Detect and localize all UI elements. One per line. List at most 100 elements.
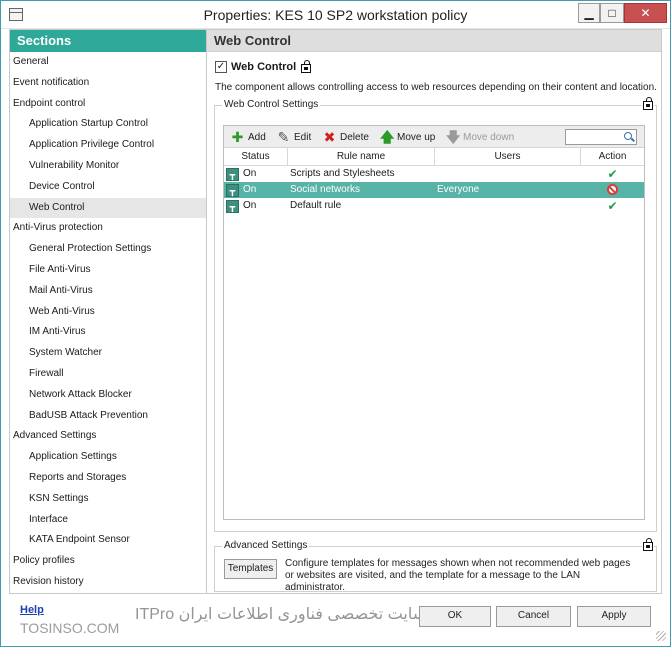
sidebar-item[interactable]: Application Privilege Control	[10, 135, 206, 156]
rule-status: On	[243, 184, 257, 195]
lock-icon[interactable]	[643, 538, 653, 551]
web-control-checkbox[interactable]: ✓	[215, 61, 227, 73]
sidebar-item[interactable]: Revision history	[10, 572, 206, 593]
rule-status-cell: ┳ On	[224, 182, 288, 198]
sidebar-item[interactable]: KATA Endpoint Sensor	[10, 530, 206, 551]
web-control-checkbox-label[interactable]: Web Control	[231, 61, 296, 73]
sidebar-item[interactable]: IM Anti-Virus	[10, 322, 206, 343]
rule-users-cell	[435, 198, 581, 214]
move-down-label: Move down	[463, 131, 515, 143]
advanced-settings-group: Advanced Settings Templates Configure te…	[214, 538, 657, 593]
lock-icon[interactable]	[301, 59, 312, 73]
rules-table-body: ┳ On Scripts and Stylesheets ✔ ┳ On Social net…	[224, 166, 644, 214]
move-up-label: Move up	[397, 131, 436, 143]
enable-web-control-row: ✓ Web Control	[215, 59, 312, 75]
close-button[interactable]: ✕	[624, 3, 667, 23]
pencil-icon: ✎	[277, 128, 290, 145]
advanced-lock	[642, 538, 654, 553]
column-header-action[interactable]: Action	[581, 148, 644, 165]
check-icon: ✔	[607, 199, 618, 213]
rule-enabled-icon: ┳	[226, 183, 239, 197]
add-rule-button[interactable]: ✚ Add	[231, 129, 266, 145]
rules-table-header: Status Rule name Users Action	[224, 148, 644, 166]
web-control-panel: Web Control ✓ Web Control The component …	[207, 29, 662, 594]
web-control-settings-group: Web Control Settings ✚ Add ✎ Edit ✖ Dele…	[214, 97, 657, 532]
rule-name-cell: Scripts and Stylesheets	[290, 168, 395, 179]
rule-status: On	[243, 168, 257, 179]
move-up-button[interactable]: 🡅 Move up	[380, 129, 435, 145]
window-title: Properties: KES 10 SP2 workstation polic…	[203, 7, 468, 23]
edit-rule-label: Edit	[294, 131, 312, 143]
sidebar-item[interactable]: Event notification	[10, 73, 206, 94]
sidebar-item[interactable]: System Watcher	[10, 343, 206, 364]
settings-group-title: Web Control Settings	[222, 99, 321, 110]
sections-list: General Event notification Endpoint contro…	[10, 52, 206, 593]
watermark-text-persian: وب سایت تخصصی فناوری اطلاعات ایران ITPro	[135, 606, 454, 623]
resize-grip[interactable]	[656, 631, 666, 641]
rule-enabled-icon: ┳	[226, 199, 239, 213]
sidebar-item[interactable]: Endpoint control	[10, 94, 206, 115]
lock-icon[interactable]	[643, 97, 653, 110]
sidebar-item[interactable]: Advanced Settings	[10, 426, 206, 447]
sidebar-item[interactable]: Network Attack Blocker	[10, 385, 206, 406]
rule-status-cell: ┳ On	[224, 166, 288, 182]
rule-action-cell: ✔	[581, 166, 644, 182]
check-icon: ✔	[607, 167, 618, 181]
move-down-button[interactable]: 🡇 Move down	[446, 129, 514, 145]
column-header-rule-name[interactable]: Rule name	[288, 148, 435, 165]
sidebar-item[interactable]: Application Startup Control	[10, 114, 206, 135]
sidebar-item[interactable]: Anti-Virus protection	[10, 218, 206, 239]
table-row[interactable]: ┳ On Scripts and Stylesheets ✔	[224, 166, 644, 182]
sidebar-item[interactable]: Web Control	[10, 197, 206, 219]
sidebar-item[interactable]: Vulnerability Monitor	[10, 156, 206, 177]
arrow-up-icon: 🡅	[380, 128, 395, 145]
cancel-button[interactable]: Cancel	[496, 606, 571, 627]
ok-button[interactable]: OK	[419, 606, 491, 627]
table-row[interactable]: ┳ On Default rule ✔	[224, 198, 644, 214]
rule-action-cell	[581, 182, 644, 198]
rule-name-cell: Social networks	[290, 184, 361, 195]
rule-name-cell: Default rule	[290, 200, 342, 211]
properties-window: Properties: KES 10 SP2 workstation polic…	[0, 0, 671, 647]
panel-title: Web Control	[207, 30, 661, 52]
sidebar-item[interactable]: Reports and Storages	[10, 468, 206, 489]
templates-button[interactable]: Templates	[224, 559, 277, 579]
add-icon: ✚	[231, 128, 244, 145]
sidebar-item[interactable]: Interface	[10, 510, 206, 531]
delete-rule-button[interactable]: ✖ Delete	[323, 129, 369, 145]
sidebar-item[interactable]: Policy profiles	[10, 551, 206, 572]
sidebar-item[interactable]: Firewall	[10, 364, 206, 385]
column-header-status[interactable]: Status	[224, 148, 288, 165]
edit-rule-button[interactable]: ✎ Edit	[277, 128, 312, 145]
sections-header: Sections	[10, 30, 206, 52]
arrow-down-icon: 🡇	[446, 128, 461, 145]
title-bar: Properties: KES 10 SP2 workstation polic…	[1, 1, 670, 29]
sidebar-item[interactable]: Application Settings	[10, 447, 206, 468]
rule-users-cell	[435, 166, 581, 182]
rules-table: ✚ Add ✎ Edit ✖ Delete 🡅 Move up 🡇 Move d…	[223, 125, 645, 520]
column-header-users[interactable]: Users	[435, 148, 581, 165]
rule-users-cell: Everyone	[437, 184, 480, 195]
sidebar-item[interactable]: Web Anti-Virus	[10, 302, 206, 323]
sidebar-item[interactable]: General Protection Settings	[10, 239, 206, 260]
rule-enabled-icon: ┳	[226, 167, 239, 181]
search-icon[interactable]	[624, 132, 632, 140]
sidebar-item[interactable]: KSN Settings	[10, 489, 206, 510]
add-rule-label: Add	[248, 131, 266, 143]
maximize-button[interactable]: □	[600, 3, 624, 23]
settings-lock	[642, 97, 654, 112]
delete-rule-label: Delete	[340, 131, 369, 143]
minimize-button[interactable]: ▁	[578, 3, 600, 23]
sidebar-item[interactable]: Device Control	[10, 177, 206, 198]
sidebar-item[interactable]: File Anti-Virus	[10, 260, 206, 281]
table-row[interactable]: ┳ On Social networks Everyone	[224, 182, 644, 198]
apply-button[interactable]: Apply	[577, 606, 651, 627]
advanced-group-title: Advanced Settings	[222, 540, 310, 551]
sidebar-item[interactable]: General	[10, 52, 206, 73]
help-link[interactable]: Help	[20, 604, 44, 616]
sections-sidebar: Sections General Event notification Endpoi…	[9, 29, 207, 594]
prohibited-icon	[607, 184, 618, 195]
sidebar-item[interactable]: Mail Anti-Virus	[10, 281, 206, 302]
sidebar-item[interactable]: BadUSB Attack Prevention	[10, 406, 206, 427]
rule-status-cell: ┳ On	[224, 198, 288, 214]
